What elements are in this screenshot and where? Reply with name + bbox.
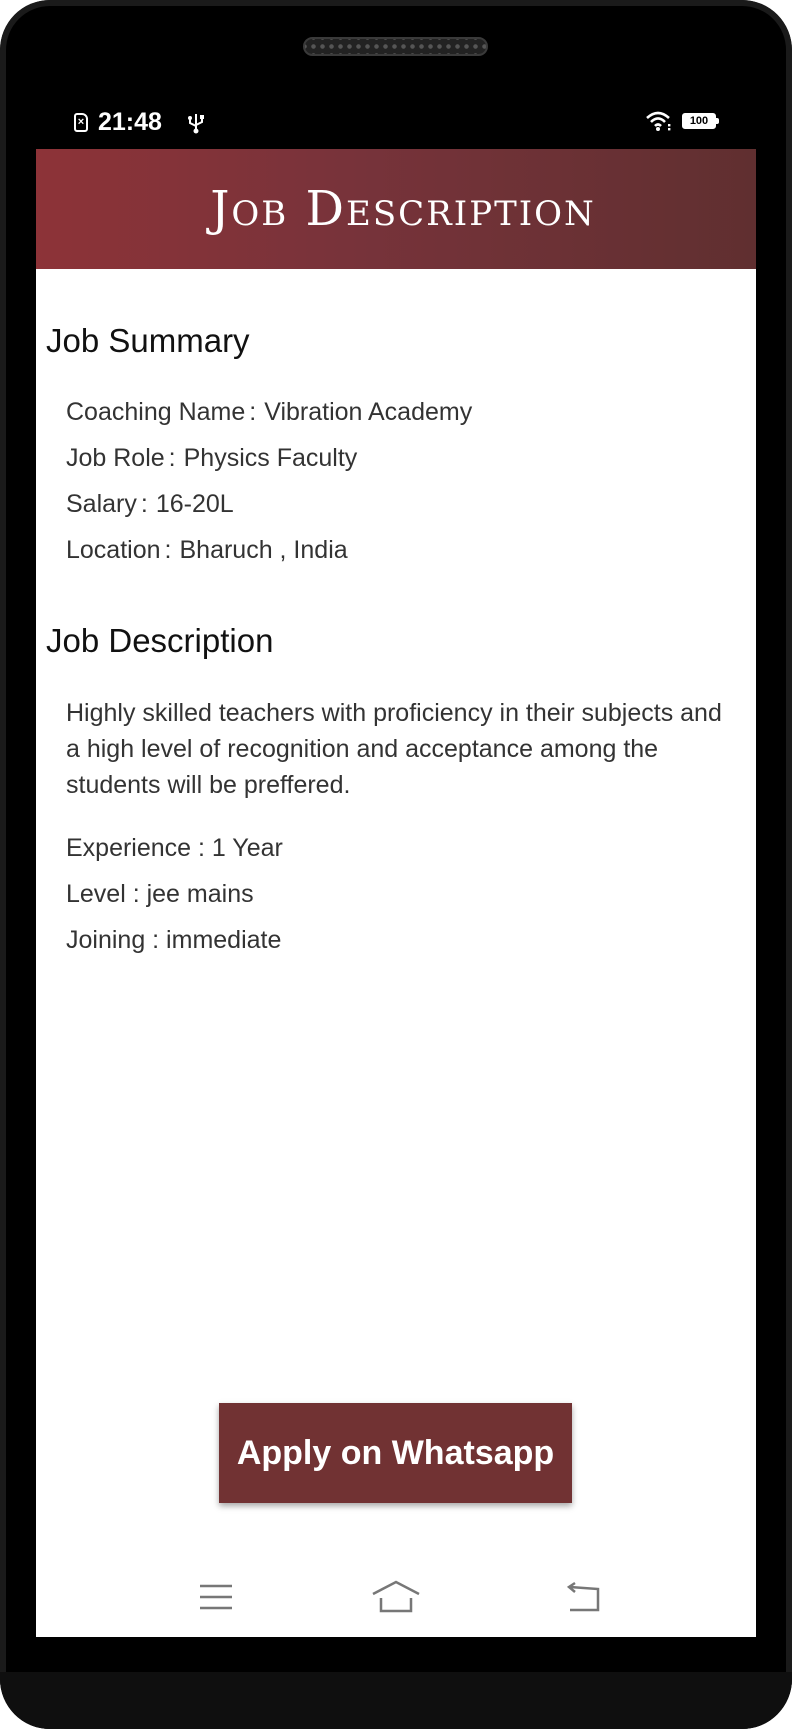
summary-label: Salary — [66, 490, 137, 518]
summary-value: 16-20L — [155, 490, 234, 518]
summary-label: Coaching Name — [66, 398, 246, 426]
summary-row-coaching-name: Coaching Name: Vibration Academy — [66, 397, 472, 443]
summary-separator: : — [164, 536, 172, 564]
detail-level: Level : jee mains — [66, 880, 254, 908]
detail-joining: Joining : immediate — [66, 926, 282, 954]
status-left: × 21:48 — [74, 108, 206, 137]
summary-row-location: Location: Bharuch , India — [66, 535, 472, 581]
wifi-icon — [646, 111, 671, 131]
bottom-bezel — [0, 1672, 792, 1729]
usb-icon — [187, 113, 204, 133]
earpiece-speaker — [303, 37, 488, 56]
summary-value: Bharuch , India — [179, 536, 348, 564]
apply-on-whatsapp-button[interactable]: Apply on Whatsapp — [219, 1403, 572, 1503]
menu-icon — [200, 1584, 232, 1610]
back-icon — [566, 1581, 600, 1612]
status-right: 100 — [646, 110, 719, 132]
system-nav-bar — [36, 1567, 756, 1637]
page-title: Job Description — [210, 181, 596, 237]
sim-error-icon: × — [74, 113, 88, 132]
job-summary-list: Coaching Name: Vibration Academy Job Role… — [66, 397, 472, 581]
nav-back-button[interactable] — [549, 1567, 619, 1627]
battery-icon: 100 — [682, 113, 719, 129]
status-bar: × 21:48 100 — [36, 100, 756, 144]
summary-value: Physics Faculty — [183, 444, 358, 472]
summary-label: Location — [66, 536, 161, 564]
nav-menu-button[interactable] — [181, 1567, 251, 1627]
job-description-text: Highly skilled teachers with proficiency… — [66, 699, 722, 799]
job-details-list: Experience : 1 Year Level : jee mains Jo… — [66, 833, 283, 971]
job-summary-heading: Job Summary — [46, 322, 250, 359]
summary-separator: : — [140, 490, 148, 518]
app-screen: Job Description Job Summary Coaching Nam… — [36, 149, 756, 1637]
summary-row-salary: Salary:16-20L — [66, 489, 472, 535]
summary-separator: : — [168, 444, 176, 472]
detail-experience: Experience : 1 Year — [66, 834, 283, 862]
phone-frame: × 21:48 100 Job Description Job Summary … — [0, 0, 792, 1729]
job-description-heading: Job Description — [46, 622, 274, 659]
summary-row-job-role: Job Role: Physics Faculty — [66, 443, 472, 489]
summary-value: Vibration Academy — [264, 398, 473, 426]
nav-home-button[interactable] — [361, 1567, 431, 1627]
app-header: Job Description — [36, 149, 756, 269]
summary-label: Job Role — [66, 444, 165, 472]
summary-separator: : — [249, 398, 257, 426]
home-icon — [372, 1580, 420, 1613]
status-time: 21:48 — [98, 108, 162, 136]
